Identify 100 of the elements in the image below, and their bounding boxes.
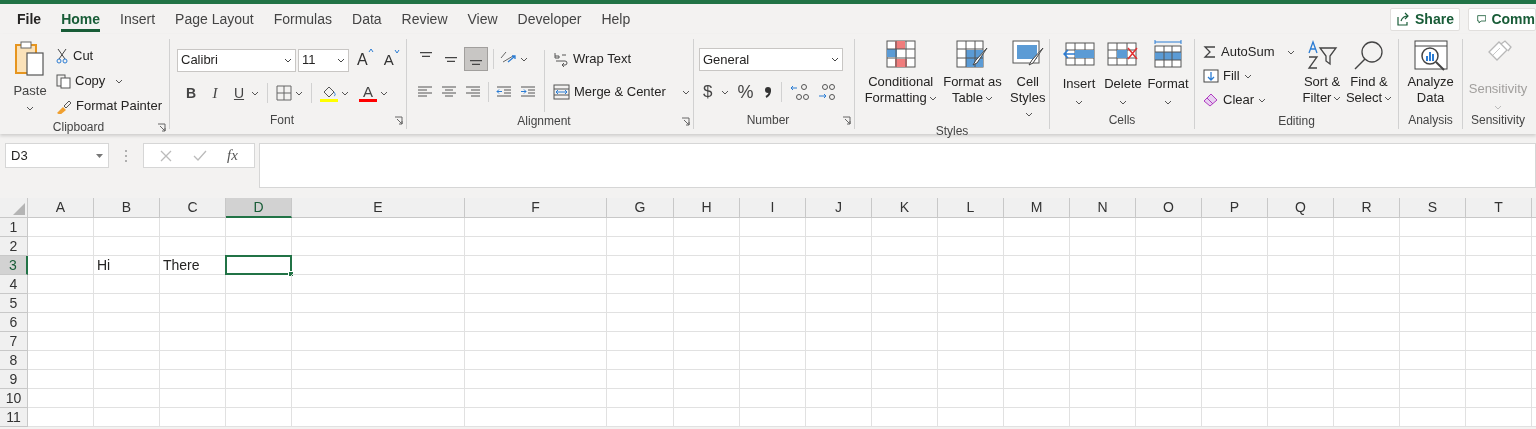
grip-icon: [124, 149, 128, 163]
column-header[interactable]: T: [1466, 198, 1532, 218]
currency-button[interactable]: $: [703, 79, 713, 105]
ribbon-tab[interactable]: Home: [51, 4, 111, 34]
table-cell: [740, 351, 806, 370]
dialog-launcher-icon[interactable]: [157, 122, 166, 132]
shrink-font-button[interactable]: A: [383, 48, 400, 72]
fill-color-icon[interactable]: [320, 84, 338, 102]
row-header[interactable]: 6: [0, 313, 28, 332]
name-box[interactable]: D3: [5, 143, 109, 168]
table-cell: [1268, 218, 1334, 237]
ribbon-tab[interactable]: Review: [391, 4, 458, 34]
share-button[interactable]: Share: [1390, 7, 1460, 31]
column-header[interactable]: A: [28, 198, 94, 218]
row-header[interactable]: 7: [0, 332, 28, 351]
column-header[interactable]: E: [292, 198, 465, 218]
italic-button[interactable]: I: [205, 81, 225, 105]
column-header[interactable]: B: [94, 198, 160, 218]
row-header[interactable]: 9: [0, 370, 28, 389]
percent-button[interactable]: %: [737, 78, 754, 106]
scissors-icon: [56, 48, 68, 64]
font-name-dropdown[interactable]: Calibri: [177, 48, 296, 72]
increase-decimal-icon[interactable]: [790, 83, 811, 101]
grow-font-button[interactable]: A: [357, 48, 374, 72]
table-cell: [1400, 370, 1466, 389]
analyze-data-button[interactable]: Analyze Data: [1407, 40, 1454, 111]
ribbon-tab[interactable]: Developer: [507, 4, 592, 34]
selected-cell[interactable]: [225, 255, 292, 275]
column-header[interactable]: R: [1334, 198, 1400, 218]
column-header[interactable]: S: [1400, 198, 1466, 218]
insert-button[interactable]: Insert: [1058, 40, 1100, 111]
comma-style-icon[interactable]: [763, 85, 774, 99]
bold-button[interactable]: B: [181, 82, 201, 104]
delete-button[interactable]: Delete: [1102, 40, 1144, 111]
bottom-align-button[interactable]: [464, 47, 488, 71]
row-header[interactable]: 8: [0, 351, 28, 370]
column-header[interactable]: F: [465, 198, 607, 218]
ribbon-tab[interactable]: Formulas: [263, 4, 343, 34]
column-header[interactable]: L: [938, 198, 1004, 218]
fill-button[interactable]: Fill: [1203, 64, 1299, 88]
row-header[interactable]: 1: [0, 218, 28, 237]
cell-styles-button[interactable]: Cell Styles: [1006, 40, 1049, 122]
caret-icon: [928, 96, 937, 102]
row-header[interactable]: 2: [0, 237, 28, 256]
font-color-button[interactable]: A: [359, 84, 377, 102]
clear-button[interactable]: Clear: [1203, 88, 1299, 112]
dialog-launcher-icon[interactable]: [394, 115, 403, 125]
conditional-formatting-button[interactable]: Conditional Formatting: [863, 40, 939, 122]
row-header[interactable]: 5: [0, 294, 28, 313]
borders-icon[interactable]: [276, 85, 292, 101]
ribbon-tab[interactable]: Insert: [110, 4, 166, 34]
column-header[interactable]: K: [872, 198, 938, 218]
decrease-indent-icon[interactable]: [496, 85, 512, 99]
sigma-icon: [1203, 45, 1217, 59]
row-header[interactable]: 4: [0, 275, 28, 294]
column-header[interactable]: I: [740, 198, 806, 218]
ribbon-tab[interactable]: Help: [591, 4, 641, 34]
column-header[interactable]: C: [160, 198, 226, 218]
copy-button[interactable]: Copy: [56, 69, 162, 93]
row-header[interactable]: 11: [0, 408, 28, 427]
format-button[interactable]: Format: [1146, 40, 1190, 111]
row-header[interactable]: 10: [0, 389, 28, 408]
ribbon-tab[interactable]: File: [7, 4, 52, 34]
dialog-launcher-icon[interactable]: [681, 116, 690, 126]
column-header[interactable]: H: [674, 198, 740, 218]
column-header[interactable]: G: [607, 198, 674, 218]
column-header[interactable]: M: [1004, 198, 1070, 218]
number-format-dropdown[interactable]: General: [699, 48, 843, 71]
decrease-decimal-icon[interactable]: [816, 83, 837, 101]
row-header[interactable]: 3: [0, 256, 28, 275]
format-as-table-button[interactable]: Format as Table: [942, 40, 1003, 122]
column-header[interactable]: J: [806, 198, 872, 218]
underline-button[interactable]: U: [229, 82, 249, 104]
formula-input[interactable]: [259, 143, 1536, 188]
table-cell: [1400, 275, 1466, 294]
fill-handle[interactable]: [288, 271, 294, 277]
autosum-button[interactable]: AutoSum: [1203, 40, 1299, 64]
ribbon-tab[interactable]: Data: [342, 4, 392, 34]
find-select-button[interactable]: Find & Select: [1345, 40, 1393, 112]
column-header[interactable]: Q: [1268, 198, 1334, 218]
cut-button[interactable]: Cut: [56, 44, 162, 68]
table-cell: [872, 332, 938, 351]
column-header[interactable]: D: [226, 198, 292, 218]
comments-button[interactable]: Comm: [1468, 7, 1536, 31]
sort-filter-button[interactable]: Sort & Filter: [1299, 40, 1345, 112]
wrap-text-button[interactable]: Wrap Text: [553, 47, 690, 71]
column-header[interactable]: N: [1070, 198, 1136, 218]
increase-indent-icon[interactable]: [520, 85, 536, 99]
column-header[interactable]: P: [1202, 198, 1268, 218]
check-icon[interactable]: [192, 149, 207, 162]
dialog-launcher-icon[interactable]: [842, 115, 851, 125]
format-painter-button[interactable]: Format Painter: [56, 94, 162, 118]
table-cell: [1400, 237, 1466, 256]
insert-function-button[interactable]: fx: [226, 144, 238, 167]
font-size-dropdown[interactable]: 11: [298, 48, 349, 72]
column-header[interactable]: O: [1136, 198, 1202, 218]
ribbon-tab[interactable]: View: [457, 4, 508, 34]
merge-center-button[interactable]: Merge & Center: [553, 80, 690, 104]
paste-button[interactable]: Paste: [10, 40, 50, 118]
ribbon-tab[interactable]: Page Layout: [165, 4, 264, 34]
